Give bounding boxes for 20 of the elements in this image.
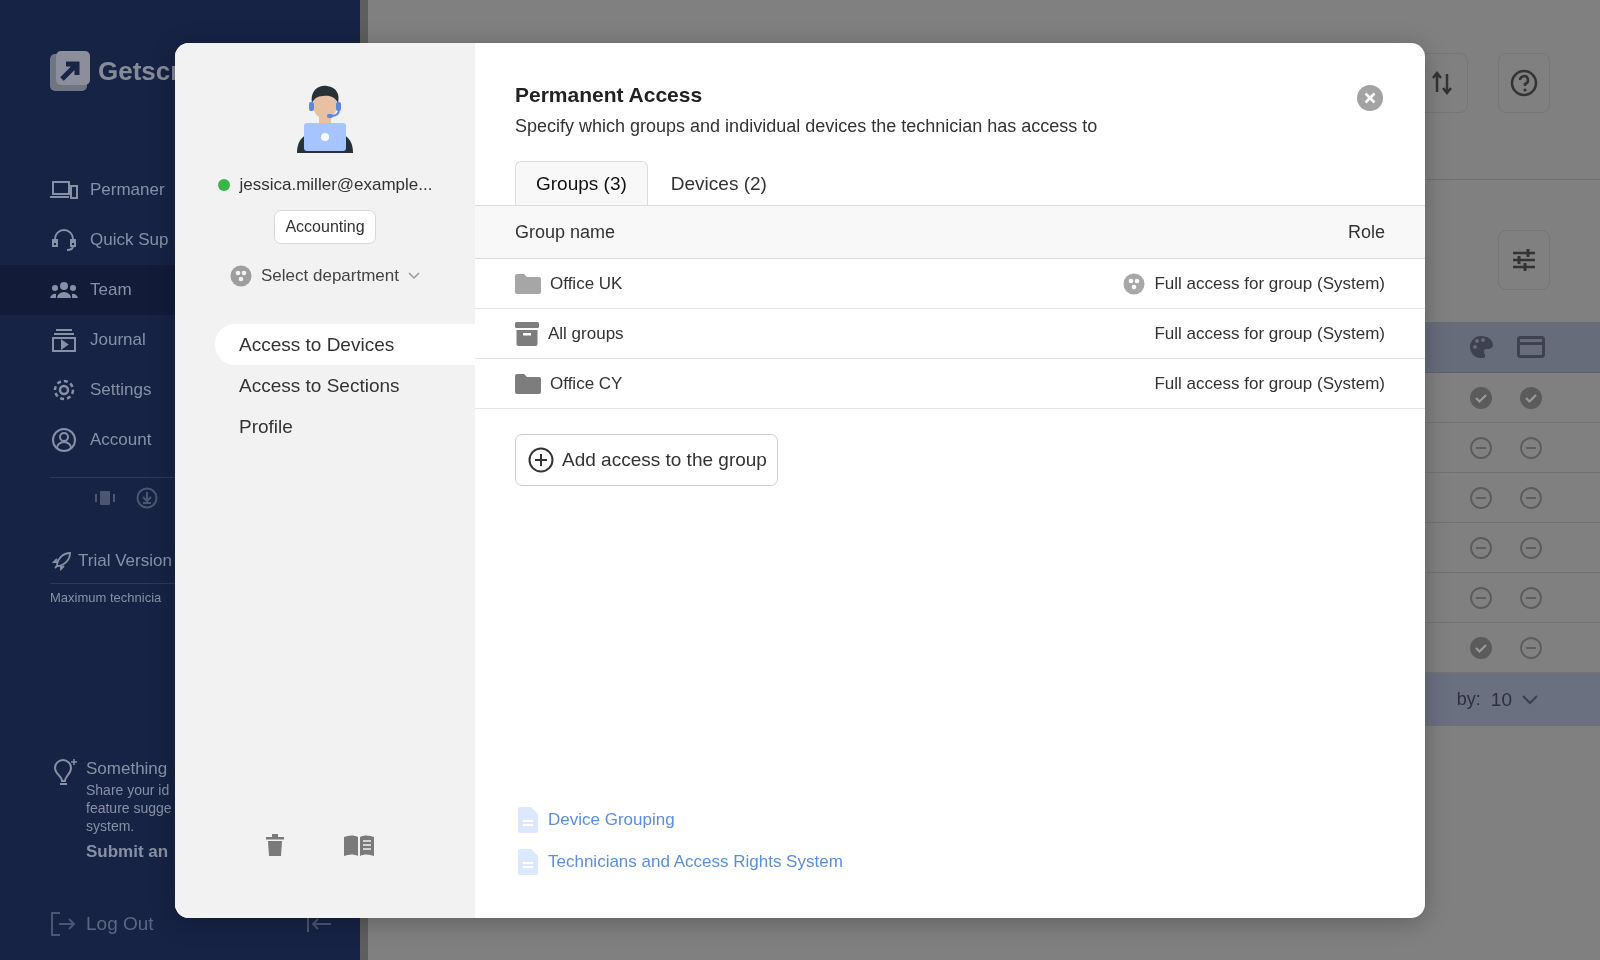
group-name: All groups [548,323,624,344]
role-text: Full access for group (System) [1154,273,1385,294]
column-header: Role [1347,221,1385,243]
feedback-title: Something [86,758,169,780]
logo-text: Getscr [98,55,181,87]
group-name: Office CY [550,373,623,394]
feedback-text: Share your id [86,781,171,799]
trial-title: Trial Version [78,551,172,571]
column-header: Group name [515,221,616,243]
dialog-subtitle: Specify which groups and individual devices the technician has access to [515,116,1099,137]
dialog-title: Permanent Access [515,83,703,107]
page-size-label: by: [1456,689,1481,710]
user-email: jessica.miller@example... [239,175,433,195]
group-name: Office UK [550,273,623,294]
department-tag: Accounting [274,210,376,244]
trial-note: Maximum technicia [50,590,163,605]
feedback-text: system. [86,817,136,835]
role-text: Full access for group (System) [1154,323,1385,344]
role-text: Full access for group (System) [1154,373,1385,394]
feedback-text: feature sugge [86,799,172,817]
